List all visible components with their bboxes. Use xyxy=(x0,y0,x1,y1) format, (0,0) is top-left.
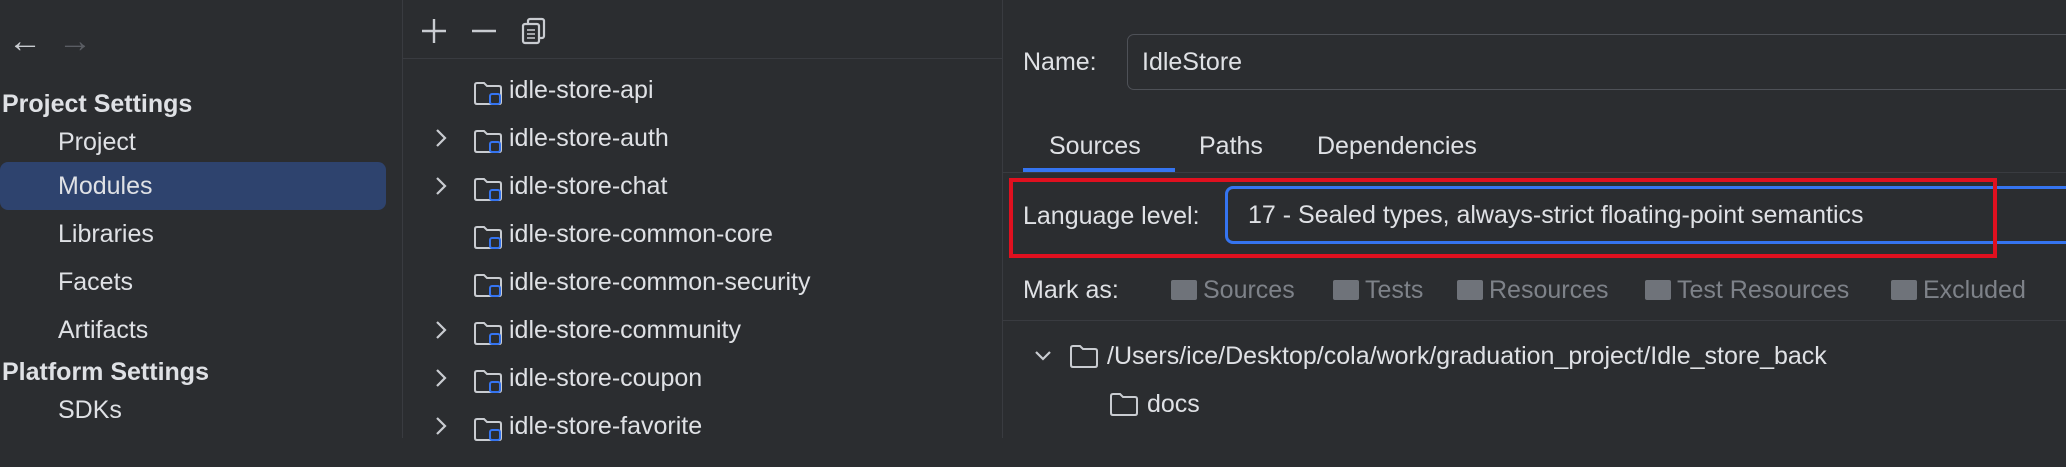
tab-sources[interactable]: Sources xyxy=(1049,132,1141,161)
highlight-box xyxy=(1009,178,1997,258)
module-tree-row[interactable]: idle-store-common-security xyxy=(403,258,1003,306)
folder-icon xyxy=(1645,280,1671,300)
folder-icon xyxy=(1069,343,1099,369)
back-arrow-icon[interactable]: ← xyxy=(8,24,42,58)
module-label: idle-store-favorite xyxy=(509,412,703,440)
module-tree-row[interactable]: idle-store-api xyxy=(403,66,1003,114)
module-label: idle-store-coupon xyxy=(509,364,703,392)
sidebar-item-label: Modules xyxy=(58,172,153,200)
module-details-panel: Name: Sources Paths Dependencies Languag… xyxy=(1002,0,2066,438)
module-folder-icon xyxy=(473,364,503,393)
modules-panel: idle-store-api idle-store-auth idle-store-… xyxy=(402,0,1003,441)
mark-as-label: Mark as: xyxy=(1023,276,1119,304)
copy-icon[interactable] xyxy=(517,14,551,48)
name-label: Name: xyxy=(1023,48,1097,76)
modules-tree: idle-store-api idle-store-auth idle-store-… xyxy=(403,66,1003,450)
tab-dependencies[interactable]: Dependencies xyxy=(1317,132,1477,161)
tab-paths[interactable]: Paths xyxy=(1199,132,1263,161)
sidebar-item-modules[interactable]: Modules xyxy=(0,162,386,210)
plus-icon[interactable] xyxy=(417,14,451,48)
project-settings-heading: Project Settings xyxy=(2,90,193,118)
sidebar-item-label: Libraries xyxy=(58,220,154,248)
module-folder-icon xyxy=(473,124,503,153)
sidebar-item-label: Facets xyxy=(58,268,134,296)
chevron-down-icon[interactable] xyxy=(1031,344,1055,368)
sidebar-item-label: Artifacts xyxy=(58,316,149,344)
mark-as-resources-button[interactable]: Resources xyxy=(1457,276,1609,305)
toolbar-divider xyxy=(403,58,1003,59)
minus-icon[interactable] xyxy=(467,14,501,48)
folder-icon xyxy=(1333,280,1359,300)
module-label: idle-store-common-core xyxy=(509,220,773,248)
module-folder-icon xyxy=(473,268,503,297)
button-label: Tests xyxy=(1365,276,1424,304)
module-tree-row[interactable]: idle-store-coupon xyxy=(403,354,1003,402)
sidebar-item-artifacts[interactable]: Artifacts xyxy=(0,306,386,354)
button-label: Resources xyxy=(1489,276,1609,304)
module-tree-row[interactable]: idle-store-chat xyxy=(403,162,1003,210)
forward-arrow-icon[interactable]: → xyxy=(58,24,92,58)
sidebar-item-label: Project xyxy=(58,128,136,156)
module-tree-row[interactable]: idle-store-common-core xyxy=(403,210,1003,258)
mark-as-test-resources-button[interactable]: Test Resources xyxy=(1645,276,1849,305)
module-folder-icon xyxy=(473,412,503,441)
module-tree-row[interactable]: idle-store-favorite xyxy=(403,402,1003,450)
sidebar-item-sdks[interactable]: SDKs xyxy=(0,386,386,434)
mark-as-tests-button[interactable]: Tests xyxy=(1333,276,1423,305)
sidebar-item-label: SDKs xyxy=(58,396,122,424)
settings-sidebar: ← → Project Settings Project Modules Lib… xyxy=(0,0,402,438)
mark-as-sources-button[interactable]: Sources xyxy=(1171,276,1295,305)
mark-as-excluded-button[interactable]: Excluded xyxy=(1891,276,2026,305)
module-folder-icon xyxy=(473,76,503,105)
module-tree-row[interactable]: idle-store-community xyxy=(403,306,1003,354)
button-label: Test Resources xyxy=(1677,276,1850,304)
button-label: Sources xyxy=(1203,276,1295,304)
mark-as-divider xyxy=(1003,320,2066,321)
sidebar-item-facets[interactable]: Facets xyxy=(0,258,386,306)
folder-icon xyxy=(1171,280,1197,300)
module-folder-icon xyxy=(473,316,503,345)
button-label: Excluded xyxy=(1923,276,2026,304)
folder-icon xyxy=(1891,280,1917,300)
content-root-path[interactable]: /Users/ice/Desktop/cola/work/graduation_… xyxy=(1107,342,1827,371)
sidebar-item-project[interactable]: Project xyxy=(0,118,386,166)
sidebar-item-libraries[interactable]: Libraries xyxy=(0,210,386,258)
module-label: idle-store-api xyxy=(509,76,654,104)
chevron-right-icon[interactable] xyxy=(431,402,451,467)
platform-settings-heading: Platform Settings xyxy=(2,358,209,386)
module-folder-icon xyxy=(473,172,503,201)
module-folder-icon xyxy=(473,220,503,249)
docs-folder[interactable]: docs xyxy=(1147,390,1200,419)
module-label: idle-store-chat xyxy=(509,172,668,200)
module-tree-row[interactable]: idle-store-auth xyxy=(403,114,1003,162)
module-label: idle-store-auth xyxy=(509,124,669,152)
tabs-divider xyxy=(1003,172,2066,173)
folder-icon xyxy=(1457,280,1483,300)
module-label: idle-store-common-security xyxy=(509,268,811,296)
folder-icon xyxy=(1109,391,1139,417)
module-label: idle-store-community xyxy=(509,316,742,344)
module-name-input[interactable] xyxy=(1127,34,2066,90)
